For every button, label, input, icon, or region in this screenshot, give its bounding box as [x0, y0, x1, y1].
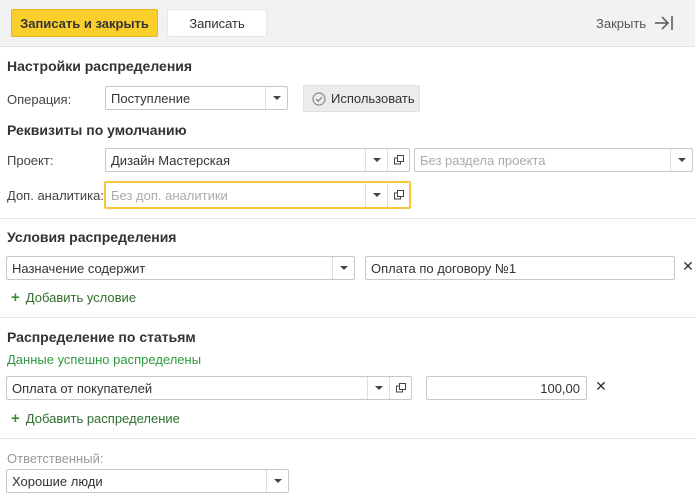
- responsible-label: Ответственный:: [7, 451, 104, 466]
- responsible-select[interactable]: Хорошие люди: [6, 469, 289, 493]
- divider: [0, 218, 695, 219]
- add-distribution-label: Добавить распределение: [25, 411, 180, 426]
- save-button[interactable]: Записать: [167, 9, 267, 37]
- open-icon[interactable]: [387, 149, 409, 171]
- project-section-placeholder: Без раздела проекта: [420, 152, 546, 168]
- distribution-section-title: Распределение по статьям: [7, 329, 196, 345]
- divider: [0, 438, 695, 439]
- add-condition-link[interactable]: + Добавить условие: [11, 290, 136, 305]
- analytics-label: Доп. аналитика:: [7, 188, 104, 203]
- amount-value: 100,00: [540, 380, 580, 396]
- remove-condition-icon[interactable]: ✕: [681, 258, 695, 275]
- defaults-section-title: Реквизиты по умолчанию: [7, 122, 187, 138]
- distribution-status: Данные успешно распределены: [7, 352, 202, 367]
- chevron-down-icon[interactable]: [265, 87, 287, 109]
- project-label: Проект:: [7, 153, 54, 168]
- chevron-down-icon[interactable]: [365, 183, 387, 207]
- divider: [0, 317, 695, 318]
- conditions-section-title: Условия распределения: [7, 229, 177, 245]
- condition-value-input[interactable]: Оплата по договору №1: [365, 256, 675, 280]
- close-arrow-icon: [655, 16, 673, 30]
- project-value: Дизайн Мастерская: [111, 152, 231, 168]
- use-button[interactable]: Использовать: [303, 85, 420, 112]
- condition-value: Оплата по договору №1: [371, 260, 517, 276]
- operation-value: Поступление: [111, 90, 191, 106]
- amount-input[interactable]: 100,00: [426, 376, 587, 400]
- close-button[interactable]: Закрыть: [596, 9, 674, 37]
- remove-distribution-icon[interactable]: ✕: [594, 378, 608, 395]
- close-label: Закрыть: [596, 15, 647, 31]
- chevron-down-icon[interactable]: [670, 149, 692, 171]
- add-condition-label: Добавить условие: [25, 290, 137, 305]
- open-icon[interactable]: [387, 183, 409, 207]
- check-circle-icon: [312, 91, 326, 106]
- analytics-select[interactable]: Без доп. аналитики: [104, 181, 411, 209]
- operation-select[interactable]: Поступление: [105, 86, 288, 110]
- condition-field-value: Назначение содержит: [12, 260, 146, 276]
- open-icon[interactable]: [389, 377, 411, 399]
- chevron-down-icon[interactable]: [332, 257, 354, 279]
- project-select[interactable]: Дизайн Мастерская: [105, 148, 410, 172]
- analytics-placeholder: Без доп. аналитики: [111, 187, 228, 203]
- condition-field-select[interactable]: Назначение содержит: [6, 256, 355, 280]
- add-distribution-link[interactable]: + Добавить распределение: [11, 411, 180, 426]
- distribution-item-value: Оплата от покупателей: [12, 380, 153, 396]
- plus-icon: +: [11, 410, 20, 427]
- use-button-label: Использовать: [331, 91, 415, 106]
- responsible-value: Хорошие люди: [12, 473, 103, 489]
- operation-label: Операция:: [7, 92, 72, 107]
- chevron-down-icon[interactable]: [365, 149, 387, 171]
- plus-icon: +: [11, 289, 20, 306]
- project-section-select[interactable]: Без раздела проекта: [414, 148, 693, 172]
- settings-section-title: Настройки распределения: [7, 58, 193, 74]
- chevron-down-icon[interactable]: [266, 470, 288, 492]
- save-and-close-button[interactable]: Записать и закрыть: [11, 9, 158, 37]
- chevron-down-icon[interactable]: [367, 377, 389, 399]
- distribution-item-select[interactable]: Оплата от покупателей: [6, 376, 412, 400]
